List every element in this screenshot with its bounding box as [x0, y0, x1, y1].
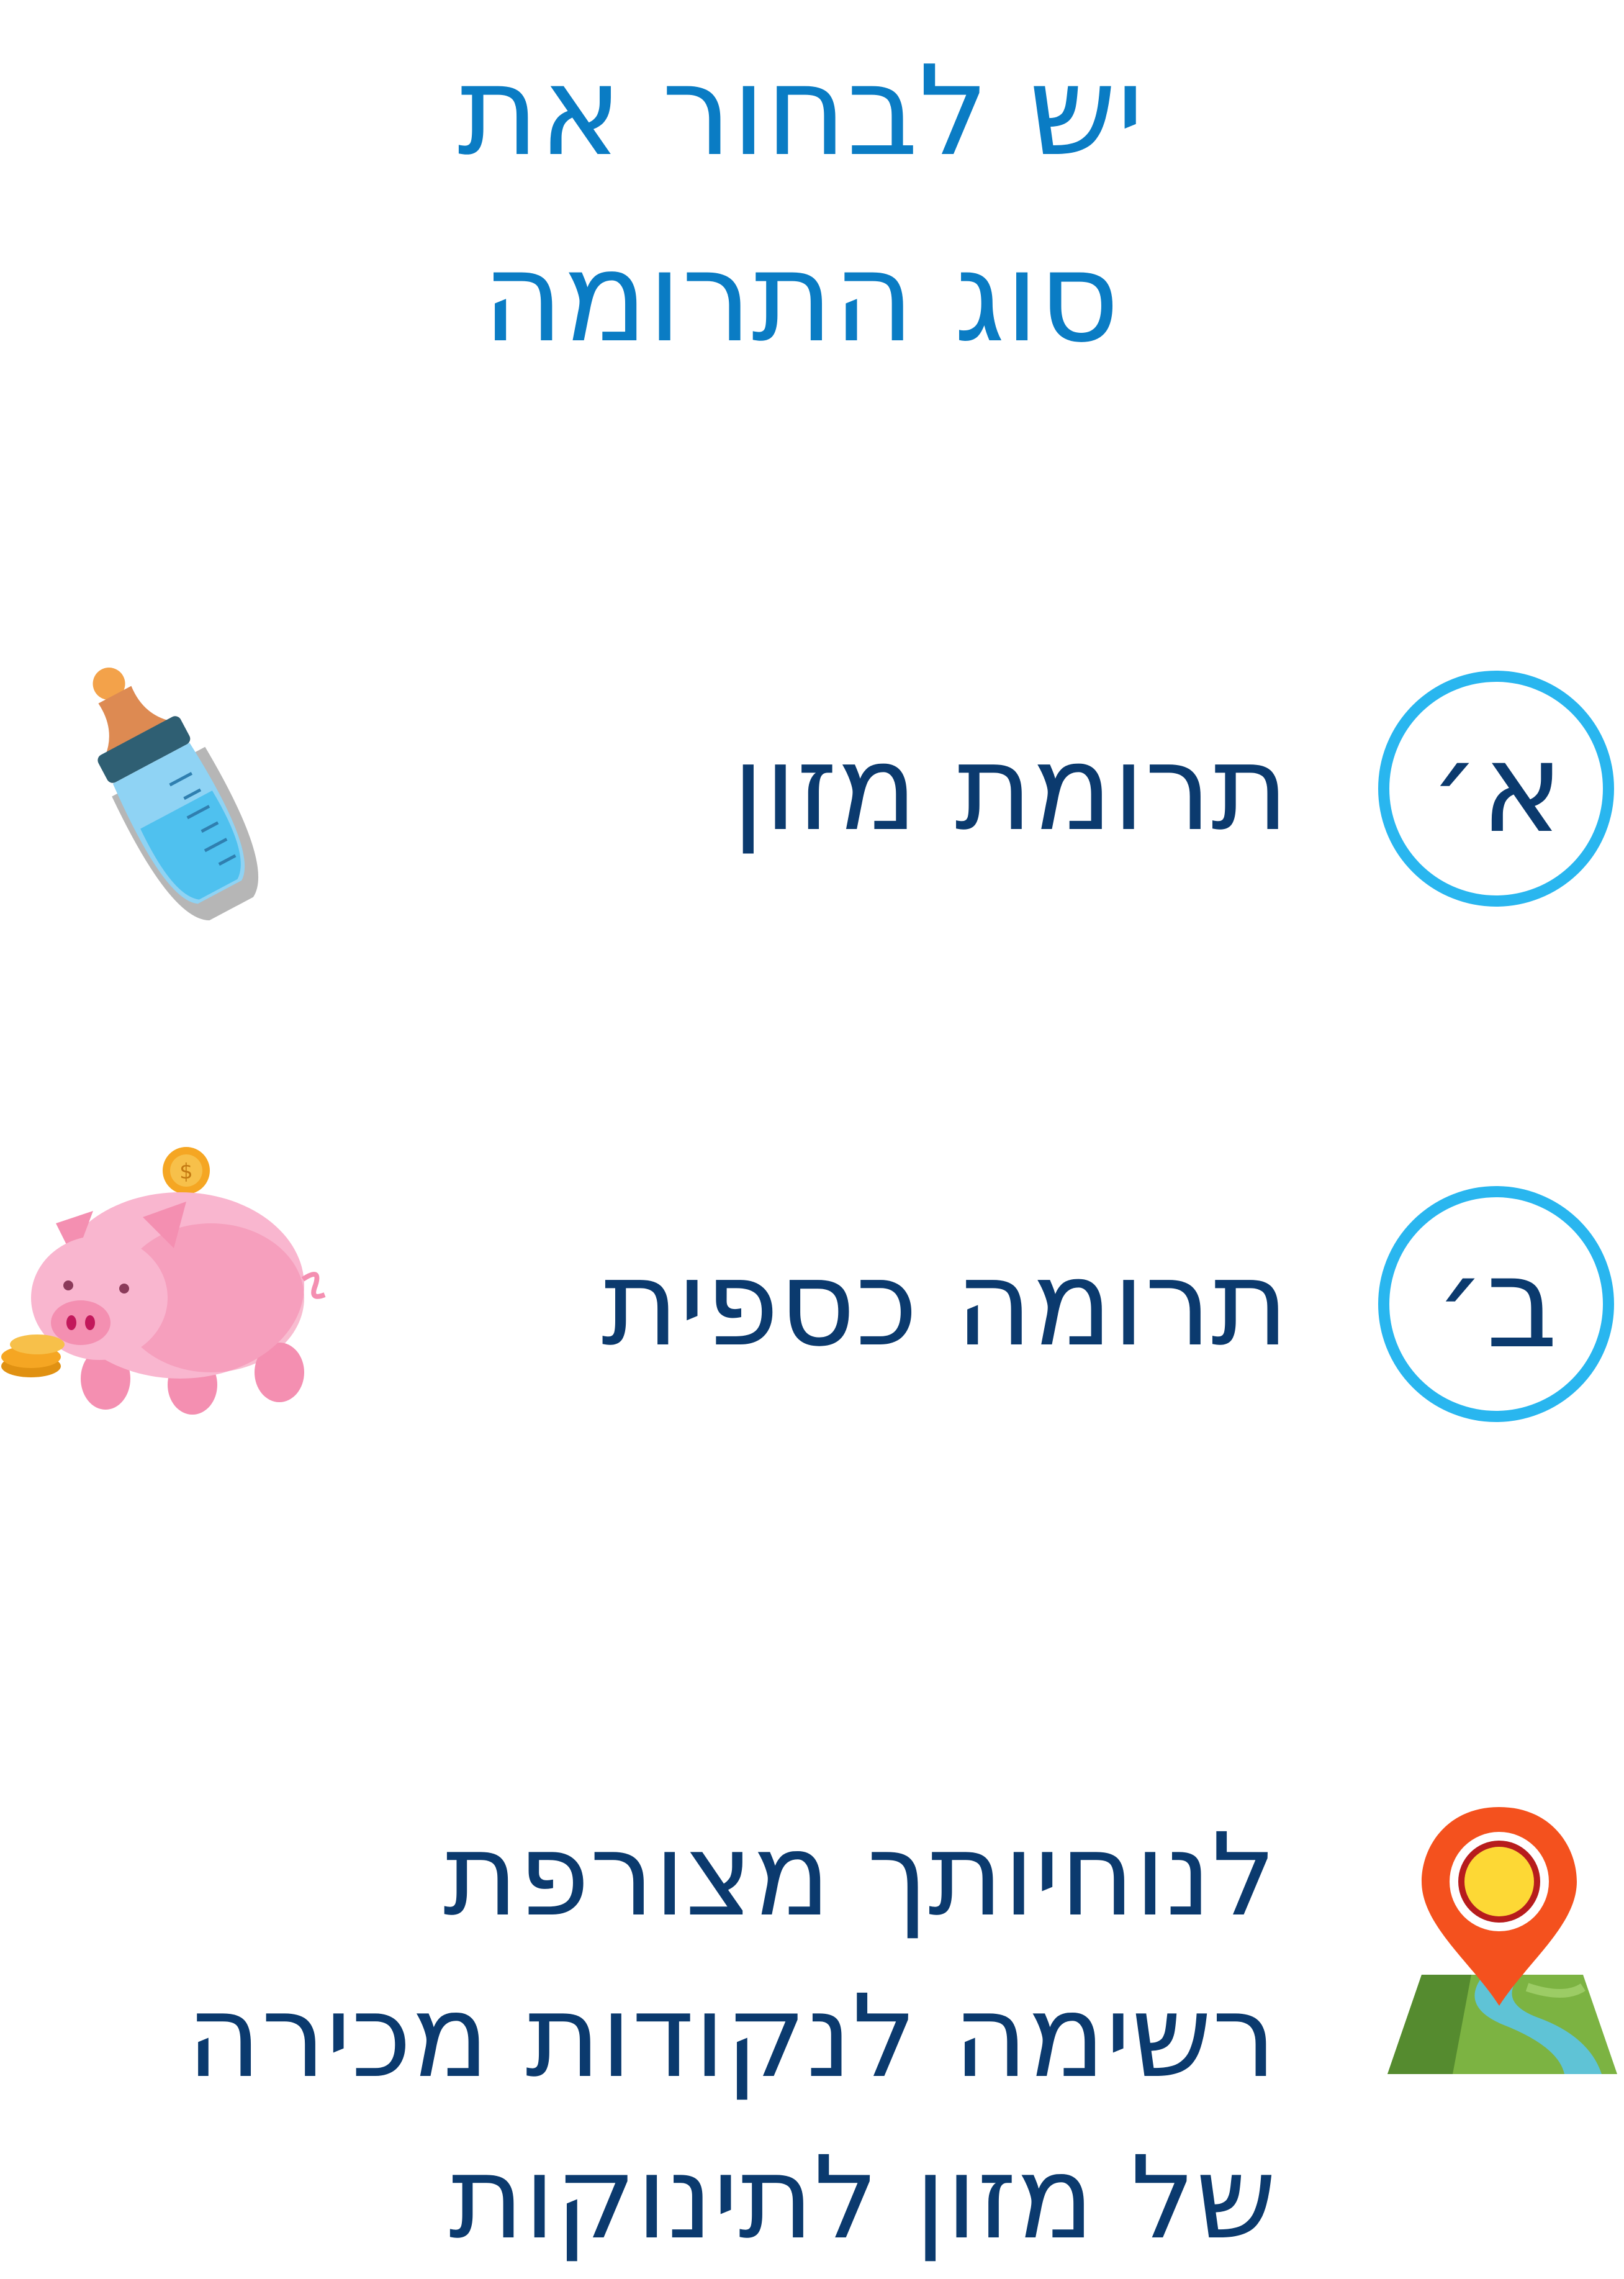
svg-text:$: $ — [179, 1159, 193, 1184]
page-title-line-2: סוג התרומה — [482, 225, 1120, 370]
note-line-2: רשימה לנקודות מכירה — [186, 1970, 1276, 2103]
option-a-label[interactable]: תרומת מזון — [732, 720, 1289, 857]
page-title-line-1: יש לבחור את — [457, 39, 1145, 184]
note-line-3: של מזון לתינוקות — [449, 2132, 1276, 2265]
option-b-badge[interactable]: ב׳ — [1378, 1186, 1614, 1422]
map-pin-icon[interactable] — [1378, 1801, 1620, 2086]
baby-bottle-icon — [92, 668, 259, 921]
option-b-label[interactable]: תרומה כספית — [602, 1236, 1289, 1372]
page-title: יש לבחור את סוג התרומה — [186, 19, 1415, 391]
piggy-bank-icon: $ — [1, 1147, 326, 1415]
option-a-letter: א׳ — [1428, 716, 1564, 861]
sales-points-note: לנוחיותך מצורפת רשימה לנקודות מכירה של מ… — [187, 1795, 1276, 2279]
option-a-badge[interactable]: א׳ — [1378, 671, 1614, 907]
option-b-letter: ב׳ — [1434, 1231, 1558, 1376]
note-line-1: לנוחיותך מצורפת — [443, 1809, 1276, 1942]
